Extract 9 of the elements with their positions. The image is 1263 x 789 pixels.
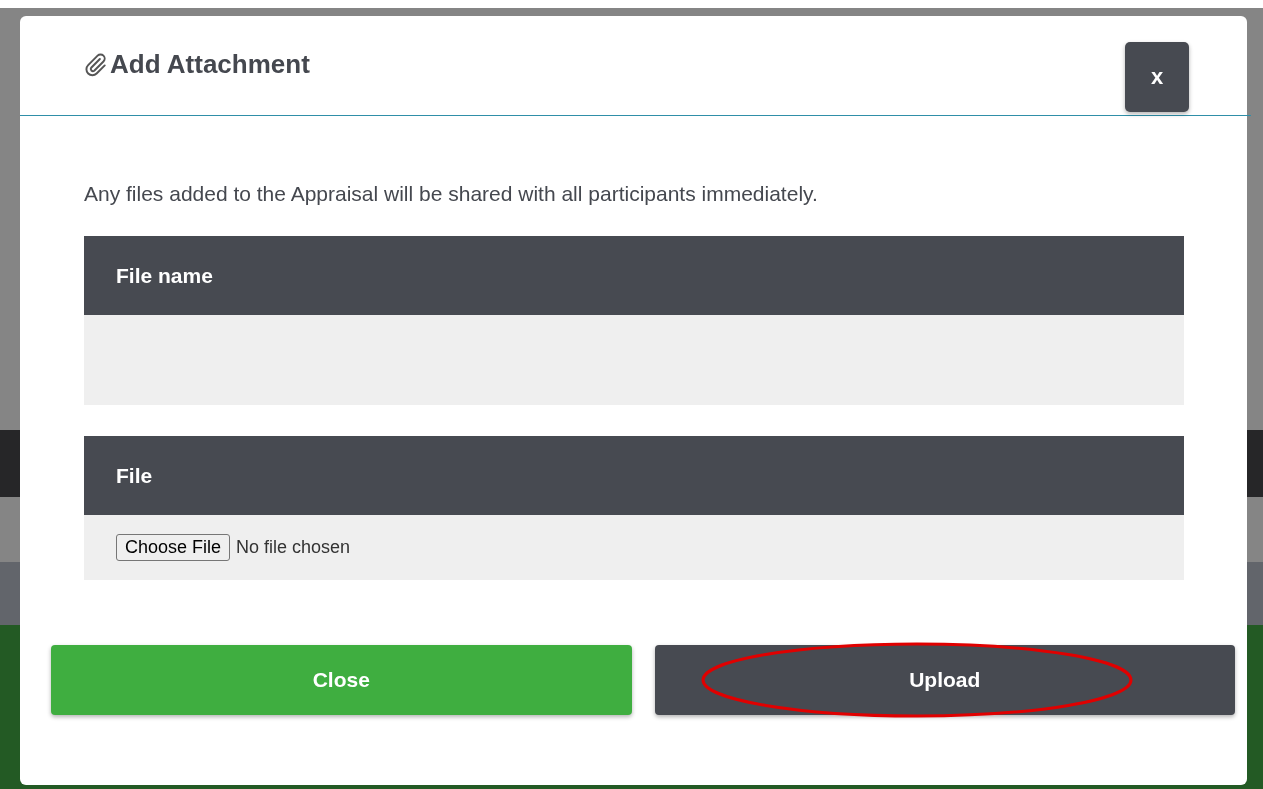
info-text: Any files added to the Appraisal will be shared with all participants immediately. bbox=[84, 182, 819, 206]
dismiss-x-button[interactable]: x bbox=[1125, 42, 1189, 112]
upload-button[interactable]: Upload bbox=[654, 645, 1235, 715]
section-header: File name bbox=[84, 236, 1184, 315]
file-status: No file chosen bbox=[236, 537, 351, 558]
paperclip-icon bbox=[82, 51, 108, 78]
dialog-title: Add Attachment bbox=[110, 49, 310, 80]
choose-file-button[interactable]: Choose File bbox=[116, 534, 231, 561]
section-header: File bbox=[84, 436, 1184, 515]
